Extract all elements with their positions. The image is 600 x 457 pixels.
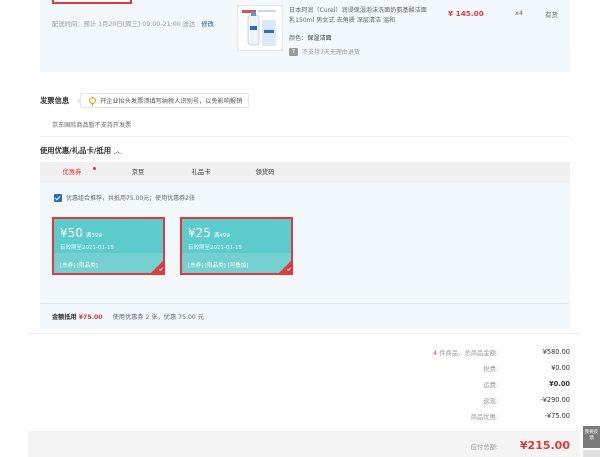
product-bottle-image [238,6,282,50]
feedback-button[interactable]: 我要反馈 [583,426,600,448]
coupon-threshold: 满399 [85,233,102,239]
tax-value: ¥0.00 [551,364,570,372]
invoice-tip: 开企业抬头发票须填写纳税人识别号，以免影响报销 [75,93,250,108]
total-value: ¥215.00 [519,439,570,452]
coupon-amount: ¥50 [60,226,83,240]
return-policy: 7 不支持7天无理由退货 [289,47,360,56]
delivery-time-text: 配送时间：预计 1月20日[周三] 09:00-21:00 送达 [52,21,196,28]
deduction-label: 金额抵用 [52,314,77,321]
goods-count: 4 [433,350,438,357]
selected-shipment-marker [52,0,132,4]
product-stock: 有货 [545,11,558,19]
shipping-value: ¥0.00 [549,380,570,388]
product-image[interactable] [237,5,283,51]
tab-coupons-label: 优惠券 [62,169,82,176]
product-title[interactable]: 日本珂润（Curel）润浸保湿泡沫洗面奶氨基酸洁面乳150ml 男女式 去角质 … [289,6,429,26]
product-price: ¥ 145.00 [448,9,484,18]
checkbox-checked-icon[interactable] [54,193,62,202]
product-color-value: 保湿洁面 [307,35,332,42]
return-policy-text: 不支持7天无理由退货 [302,49,360,56]
cashback-value: -¥290.00 [540,396,570,404]
edit-delivery-link[interactable]: 修改 [201,21,214,28]
coupon-expiry: 有效期至2021-01-15 [60,245,114,251]
deduction-amount: ¥75.00 [78,314,103,321]
product-color-label: 颜色： [289,35,308,42]
coupon-section-toggle[interactable]: 使用优惠/礼品卡/抵用 ︿ [40,146,121,156]
coupon-expiry: 有效期至2021-01-15 [188,245,242,251]
coupon-scope: [东券] [限品类] [可叠加] [188,263,249,269]
divider [28,333,580,334]
goods-count-label: 4 件商品，总商品金额: [378,348,498,357]
coupon-scope: [东券] [限品类] [60,263,98,269]
coupon-section-title: 使用优惠/礼品卡/抵用 [40,146,112,155]
cashback-label: 返现: [483,398,498,405]
tax-label: 税费: [483,366,498,373]
new-dot-icon [93,167,96,170]
product-color: 颜色：保湿洁面 [289,33,332,42]
coupon-deduction: 金额抵用 ¥75.00 使用优惠券 2 张，优惠 75.00 元 [52,312,204,321]
invoice-note: 京东国际商品暂不支持开发票 [52,122,132,129]
invoice-title: 发票信息 [40,96,70,105]
shipping-label: 运费: [483,382,498,389]
goods-total-value: ¥580.00 [542,348,570,356]
discount-value: -¥75.00 [544,412,570,420]
no-return-icon: 7 [289,47,298,56]
coupon-threshold: 满499 [213,233,230,239]
chevron-up-icon: ︿ [114,147,122,155]
coupon-card[interactable]: ¥25 满499 有效期至2021-01-15 [东券] [限品类] [可叠加] [180,217,293,275]
invoice-tip-text: 开企业抬头发票须填写纳税人识别号，以免影响报销 [100,98,243,105]
coupon-amount-row: ¥50 满399 [60,226,102,240]
lightbulb-icon [89,97,96,106]
delivery-time: 配送时间：预计 1月20日[周三] 09:00-21:00 送达 修改 [52,19,214,28]
coupon-combo-option[interactable]: 优惠组合推荐，共抵用75.00元；使用优惠券2张 [54,193,195,202]
discount-label: 商品优惠: [470,414,498,421]
divider [40,136,570,137]
back-to-top-button[interactable] [583,450,600,457]
coupon-amount: ¥25 [188,226,211,240]
tab-jingdou[interactable]: 京豆 [118,162,158,183]
deduction-detail: 使用优惠券 2 张，优惠 75.00 元 [112,314,204,321]
coupon-combo-text: 优惠组合推荐，共抵用75.00元；使用优惠券2张 [66,195,195,202]
coupon-amount-row: ¥25 满499 [188,226,230,240]
divider [40,303,570,304]
tab-pickup-code[interactable]: 领货码 [245,162,285,183]
tab-coupons[interactable]: 优惠券 [52,162,96,183]
coupon-card[interactable]: ¥50 满399 有效期至2021-01-15 [东券] [限品类] [52,217,165,275]
product-quantity: x4 [515,9,523,17]
total-label: 应付总额: [470,444,498,451]
tab-gift-card[interactable]: 礼品卡 [181,162,221,183]
